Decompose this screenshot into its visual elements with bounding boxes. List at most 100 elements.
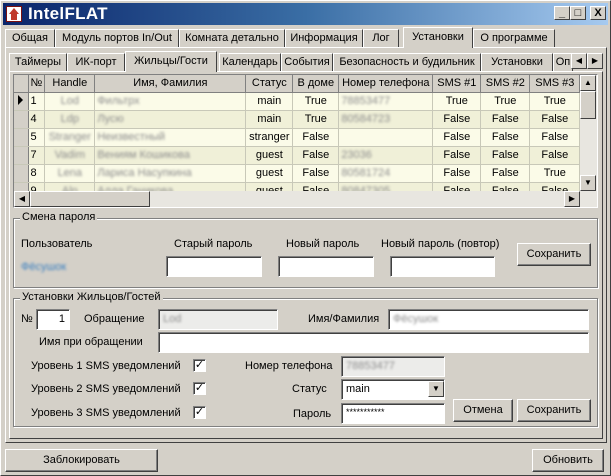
cell-status[interactable]: guest xyxy=(245,146,294,165)
cell-sms1[interactable]: False xyxy=(432,128,482,147)
tab-ir-port[interactable]: ИК-порт xyxy=(67,53,125,71)
column-header[interactable]: SMS #3 xyxy=(529,75,581,93)
sms-level2-checkbox[interactable]: ✓ xyxy=(193,382,206,395)
cell-num[interactable]: 4 xyxy=(28,110,46,129)
row-selector[interactable] xyxy=(14,110,29,129)
grid-vertical-scrollbar[interactable]: ▲ ▼ xyxy=(580,75,597,191)
tab-events[interactable]: События xyxy=(281,53,333,71)
tab-sub-settings[interactable]: Установки xyxy=(481,53,553,71)
cell-num[interactable]: 7 xyxy=(28,146,46,165)
cell-handle[interactable]: Ldp xyxy=(44,110,96,129)
column-header[interactable]: SMS #1 xyxy=(432,75,482,93)
close-button[interactable]: X xyxy=(590,6,606,20)
cell-phone[interactable]: 78853477 xyxy=(338,92,434,111)
column-header[interactable]: Номер телефона xyxy=(338,75,434,93)
tab-io-ports[interactable]: Модуль портов In/Out xyxy=(55,29,179,47)
cell-name[interactable]: Лусю xyxy=(94,110,247,129)
table-row[interactable]: 5 Stranger Неизвестный stranger False Fa… xyxy=(14,128,581,147)
name-input[interactable]: Фёсушок xyxy=(388,309,589,330)
scroll-left-button[interactable]: ◀ xyxy=(14,191,30,207)
call-name-input[interactable] xyxy=(158,332,589,353)
cell-sms2[interactable]: False xyxy=(480,110,531,129)
scroll-thumb[interactable] xyxy=(580,91,596,119)
cancel-button[interactable]: Отмена xyxy=(453,399,513,422)
lock-button[interactable]: Заблокировать xyxy=(5,449,158,472)
minimize-button[interactable]: _ xyxy=(554,6,570,20)
cell-home[interactable]: False xyxy=(292,164,340,183)
row-selector[interactable] xyxy=(14,92,29,111)
tab-security-alarm[interactable]: Безопасность и будильник xyxy=(333,53,481,71)
scroll-down-button[interactable]: ▼ xyxy=(580,175,596,191)
tab-general[interactable]: Общая xyxy=(5,29,55,47)
title-bar[interactable]: IntelFLAT _ □ X xyxy=(3,3,608,25)
cell-sms2[interactable]: True xyxy=(480,92,531,111)
cell-status[interactable]: stranger xyxy=(245,128,294,147)
cell-name[interactable]: Вениям Кошикова xyxy=(94,146,247,165)
old-password-input[interactable] xyxy=(166,256,262,277)
row-selector[interactable] xyxy=(14,164,29,183)
num-input[interactable]: 1 xyxy=(36,309,70,330)
tab-settings[interactable]: Установки xyxy=(403,27,473,48)
cell-name[interactable]: Неизвестный xyxy=(94,128,247,147)
cell-sms1[interactable]: False xyxy=(432,146,482,165)
tab-scroll-right-button[interactable]: ▶ xyxy=(587,53,603,69)
tab-residents-guests[interactable]: Жильцы/Гости xyxy=(125,51,217,72)
cell-sms3[interactable]: True xyxy=(529,164,581,183)
cell-home[interactable]: False xyxy=(292,128,340,147)
cell-num[interactable]: 5 xyxy=(28,128,46,147)
scroll-up-button[interactable]: ▲ xyxy=(580,75,596,91)
refresh-button[interactable]: Обновить xyxy=(532,449,604,472)
cell-status[interactable]: main xyxy=(245,110,294,129)
scroll-h-thumb[interactable] xyxy=(30,191,150,207)
table-row[interactable]: 8 Lena Лариса Насупкина guest False 8058… xyxy=(14,164,581,183)
cell-handle[interactable]: Stranger xyxy=(44,128,96,147)
tab-timers[interactable]: Таймеры xyxy=(9,53,67,71)
tab-information[interactable]: Информация xyxy=(285,29,363,47)
cell-home[interactable]: True xyxy=(292,110,340,129)
cell-status[interactable]: guest xyxy=(245,164,294,183)
row-selector[interactable] xyxy=(14,128,29,147)
tab-about[interactable]: О программе xyxy=(473,29,555,47)
address-input[interactable]: Lod xyxy=(158,309,278,330)
residents-grid[interactable]: № Handle Имя, Фамилия Статус В доме Номе… xyxy=(13,74,598,208)
cell-name[interactable]: Фильтрх xyxy=(94,92,247,111)
save-resident-button[interactable]: Сохранить xyxy=(517,399,591,422)
cell-phone[interactable]: 23036 xyxy=(338,146,434,165)
cell-sms3[interactable]: False xyxy=(529,146,581,165)
sms-level1-checkbox[interactable]: ✓ xyxy=(193,359,206,372)
phone-input[interactable]: 78853477 xyxy=(341,356,445,377)
cell-phone[interactable]: 80581724 xyxy=(338,164,434,183)
tab-calendar[interactable]: Календарь xyxy=(219,53,281,71)
table-row[interactable]: 7 Vadim Вениям Кошикова guest False 2303… xyxy=(14,146,581,165)
cell-sms1[interactable]: True xyxy=(432,92,482,111)
table-row[interactable]: 1 Lod Фильтрх main True 78853477 True Tr… xyxy=(14,92,581,111)
cell-phone[interactable]: 80584723 xyxy=(338,110,434,129)
tab-scroll-left-button[interactable]: ◀ xyxy=(571,53,587,69)
save-password-button[interactable]: Сохранить xyxy=(517,243,591,266)
column-header[interactable]: № xyxy=(28,75,46,93)
cell-sms1[interactable]: False xyxy=(432,110,482,129)
cell-handle[interactable]: Lena xyxy=(44,164,96,183)
cell-sms3[interactable]: True xyxy=(529,92,581,111)
column-header[interactable]: Имя, Фамилия xyxy=(94,75,247,93)
new-password-input[interactable] xyxy=(278,256,374,277)
row-selector[interactable] xyxy=(14,146,29,165)
repeat-password-input[interactable] xyxy=(390,256,495,277)
table-row[interactable]: 4 Ldp Лусю main True 80584723 False Fals… xyxy=(14,110,581,129)
status-select[interactable]: main ▼ xyxy=(341,379,445,400)
cell-sms2[interactable]: False xyxy=(480,164,531,183)
column-header[interactable]: Handle xyxy=(44,75,96,93)
cell-handle[interactable]: Vadim xyxy=(44,146,96,165)
cell-name[interactable]: Лариса Насупкина xyxy=(94,164,247,183)
cell-num[interactable]: 1 xyxy=(28,92,46,111)
scroll-right-button[interactable]: ▶ xyxy=(564,191,580,207)
cell-phone[interactable] xyxy=(338,128,434,147)
sms-level3-checkbox[interactable]: ✓ xyxy=(193,406,206,419)
tab-options-clipped[interactable]: Оп xyxy=(553,53,573,71)
cell-num[interactable]: 8 xyxy=(28,164,46,183)
chevron-down-icon[interactable]: ▼ xyxy=(428,381,444,397)
cell-home[interactable]: False xyxy=(292,146,340,165)
cell-handle[interactable]: Lod xyxy=(44,92,96,111)
column-header[interactable]: Статус xyxy=(245,75,294,93)
column-header[interactable]: В доме xyxy=(292,75,340,93)
